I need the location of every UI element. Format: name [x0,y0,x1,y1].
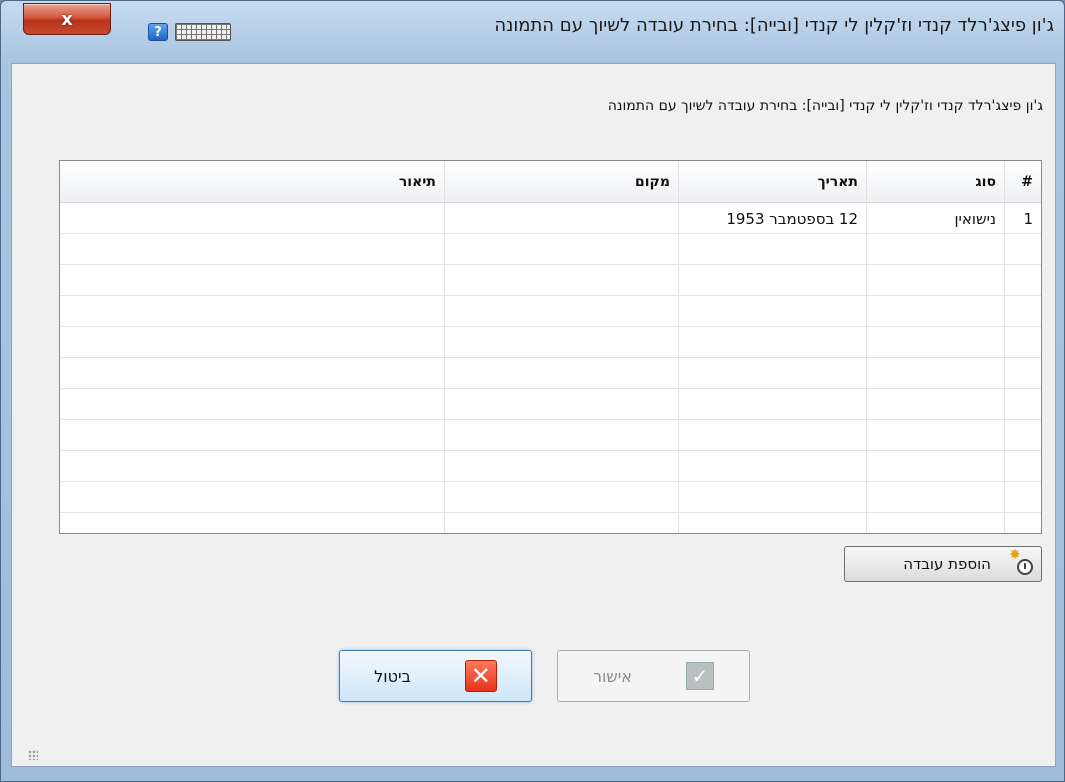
window-title: ג'ון פיצג'רלד קנדי וז'קלין לי קנדי [וביי… [494,15,1054,36]
table-row[interactable]: 1 נישואין 12 בספטמבר 1953 [60,203,1041,234]
dialog-window: x ? ג'ון פיצג'רלד קנדי וז'קלין לי קנדי [… [0,0,1065,782]
dialog-body: ג'ון פיצג'רלד קנדי וז'קלין לי קנדי [וביי… [11,63,1056,767]
ok-button[interactable]: אישור ✓ [557,650,750,702]
table-row-empty [60,327,1041,358]
table-row-empty [60,513,1041,533]
column-header-type[interactable]: סוג [866,161,1004,203]
help-icon-glyph: ? [154,24,162,40]
table-row-empty [60,358,1041,389]
add-fact-label: הוספת עובדה [903,555,991,573]
cross-icon: ✕ [464,660,497,692]
cell-date: 12 בספטמבר 1953 [678,203,866,234]
close-icon: x [61,8,73,30]
close-button[interactable]: x [23,3,111,35]
column-header-description[interactable]: תיאור [58,161,444,203]
checkmark-icon: ✓ [686,662,714,690]
table-row-empty [60,296,1041,327]
keyboard-icon[interactable] [175,23,231,41]
resize-grip[interactable] [28,750,38,760]
table-row-empty [60,389,1041,420]
cell-description [58,203,444,234]
column-header-number[interactable]: # [1004,161,1041,203]
title-bar: x ? ג'ון פיצג'רלד קנדי וז'קלין לי קנדי [… [1,1,1064,63]
table-row-empty [60,265,1041,296]
cell-number: 1 [1004,203,1041,234]
column-header-date[interactable]: תאריך [678,161,866,203]
table-row-empty [60,451,1041,482]
table-header: # סוג תאריך מקום תיאור [60,161,1041,203]
ok-label: אישור [593,666,632,686]
facts-table[interactable]: # סוג תאריך מקום תיאור 1 נישואין 12 בספט… [59,160,1042,534]
table-row-empty [60,420,1041,451]
column-header-place[interactable]: מקום [444,161,678,203]
cancel-label: ביטול [374,666,411,686]
cell-place [444,203,678,234]
add-fact-button[interactable]: הוספת עובדה ✸ [844,546,1042,582]
help-icon[interactable]: ? [148,23,168,41]
dialog-subtitle: ג'ון פיצג'רלד קנדי וז'קלין לי קנדי [וביי… [607,98,1043,114]
table-row-empty [60,482,1041,513]
table-row-empty [60,234,1041,265]
add-fact-icon: ✸ [1009,547,1035,577]
cancel-button[interactable]: ביטול ✕ [339,650,532,702]
cell-type: נישואין [866,203,1004,234]
